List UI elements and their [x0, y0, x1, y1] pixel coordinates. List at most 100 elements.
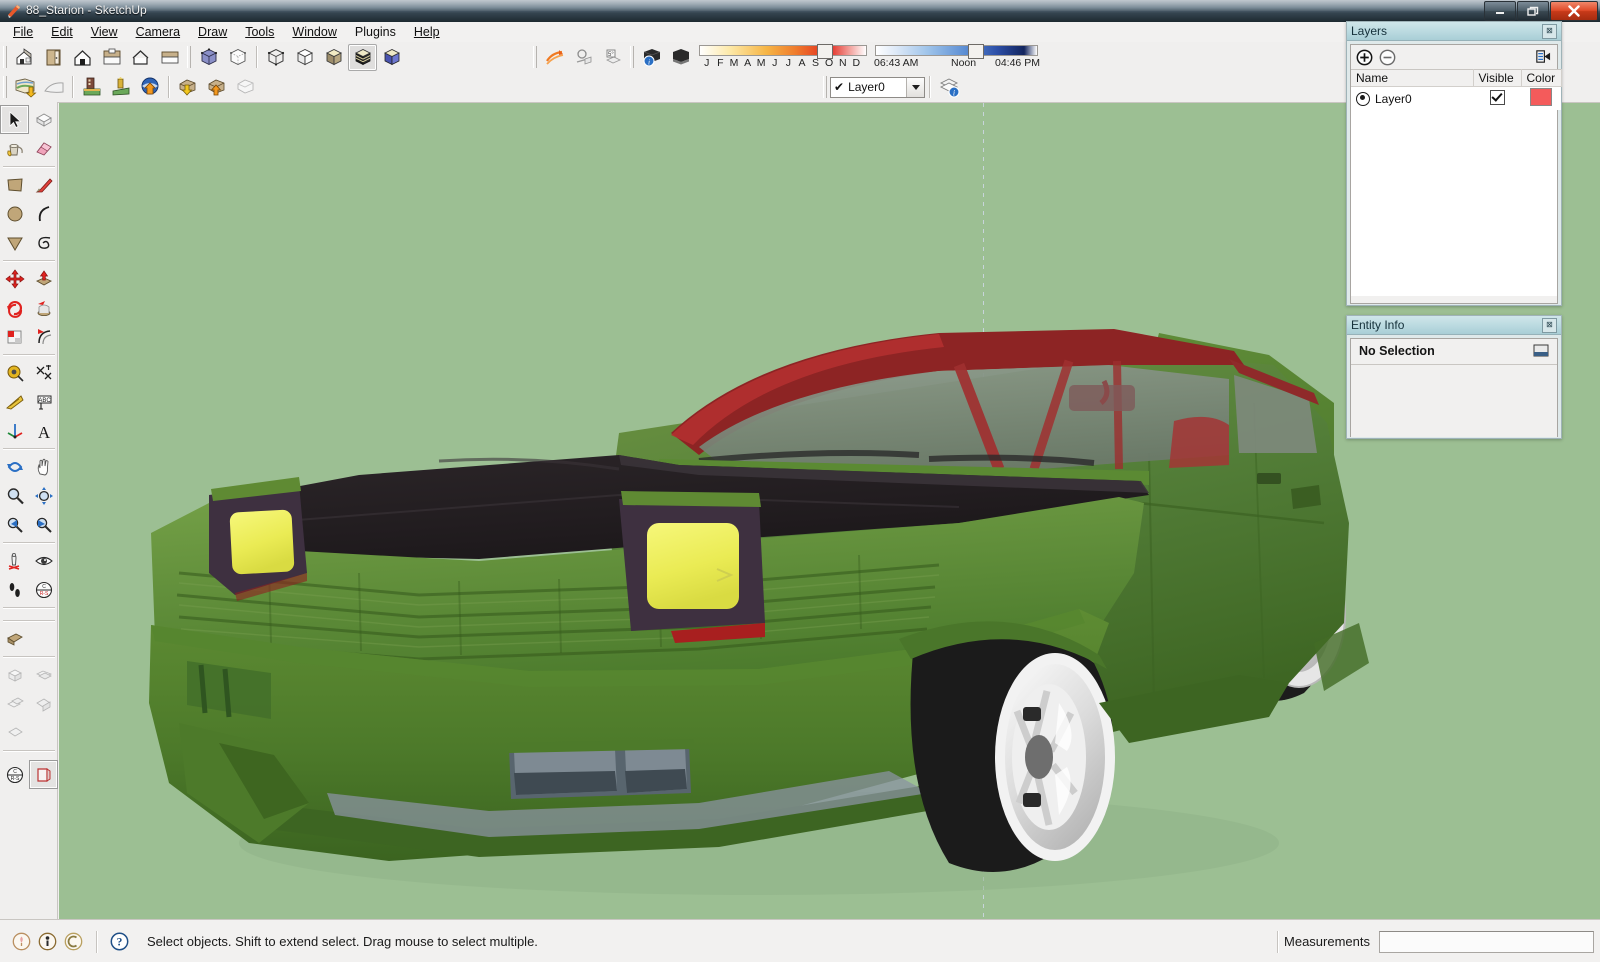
credits-icon[interactable]	[64, 932, 83, 951]
layers-panel-header[interactable]: Layers ⊠	[1347, 22, 1561, 41]
toolbar-grip-sandbox[interactable]	[533, 46, 537, 68]
open-button[interactable]	[39, 44, 68, 71]
arc-tool[interactable]	[29, 199, 58, 228]
front-view-button[interactable]	[0, 689, 29, 718]
photo-texture-button[interactable]	[77, 74, 106, 101]
protractor-tool[interactable]	[0, 387, 29, 416]
menu-tools[interactable]: Tools	[236, 23, 283, 41]
layer-select[interactable]: ✔ Layer0	[830, 76, 925, 98]
context-help-icon[interactable]	[12, 932, 31, 951]
zoom-extents-tool[interactable]	[29, 481, 58, 510]
entity-info-header[interactable]: Entity Info ⊠	[1347, 316, 1561, 335]
style-hiddenline-button[interactable]	[261, 44, 290, 71]
back-view-button[interactable]	[0, 718, 29, 747]
toolbar-grip-styles[interactable]	[187, 46, 191, 68]
display-section-cuts-button[interactable]	[29, 760, 58, 789]
menu-window[interactable]: Window	[283, 23, 345, 41]
from-scratch-button[interactable]	[569, 44, 598, 71]
section-plane-tool[interactable]: C R-S	[29, 575, 58, 604]
menu-draw[interactable]: Draw	[189, 23, 236, 41]
display-section-planes-button[interactable]: C R-S	[0, 760, 29, 789]
preview-model-button[interactable]	[231, 74, 260, 101]
get-models-button[interactable]	[135, 74, 164, 101]
layers-empty-area[interactable]	[1351, 110, 1557, 296]
scale-tool[interactable]	[0, 322, 29, 351]
style-wireframe-button[interactable]	[223, 44, 252, 71]
top-view-button[interactable]	[29, 660, 58, 689]
style-xray-button[interactable]	[194, 44, 223, 71]
help-circle-icon[interactable]: ?	[110, 932, 129, 951]
from-contours-button[interactable]	[540, 44, 569, 71]
make-component-tool[interactable]	[29, 105, 58, 134]
previous-view-tool[interactable]	[0, 510, 29, 539]
style-shaded-white-button[interactable]	[290, 44, 319, 71]
entity-info-close-button[interactable]: ⊠	[1542, 317, 1557, 333]
shadow-date-slider[interactable]: J F M A M J J A S O N D	[699, 43, 869, 71]
shadow-time-slider[interactable]: 06:43 AM Noon 04:46 PM	[874, 43, 1040, 71]
layer-visible-checkbox[interactable]	[1489, 89, 1505, 105]
axes-tool[interactable]	[0, 416, 29, 445]
display-shadows-button[interactable]	[666, 44, 695, 71]
add-location-button[interactable]	[10, 74, 39, 101]
tape-measure-tool[interactable]	[0, 358, 29, 387]
look-around-tool[interactable]	[29, 546, 58, 575]
next-view-tool[interactable]	[29, 510, 58, 539]
dimension-tool[interactable]	[29, 358, 58, 387]
details-flyout-icon[interactable]	[1534, 48, 1551, 65]
print-button[interactable]	[97, 44, 126, 71]
offset-tool[interactable]	[29, 322, 58, 351]
share-component-button[interactable]	[202, 74, 231, 101]
shadow-settings-button[interactable]: i	[637, 44, 666, 71]
style-shaded-texture-button[interactable]	[348, 43, 377, 71]
toolbar-grip-shadow[interactable]	[630, 46, 634, 68]
style-monochrome-button[interactable]	[377, 44, 406, 71]
menu-camera[interactable]: Camera	[127, 23, 189, 41]
circle-tool[interactable]	[0, 199, 29, 228]
menu-help[interactable]: Help	[405, 23, 449, 41]
section-display-tool[interactable]	[0, 624, 29, 653]
column-header-name[interactable]: Name	[1351, 69, 1474, 87]
model-info-button[interactable]	[126, 44, 155, 71]
expand-icon[interactable]	[1533, 344, 1549, 358]
orbit-tool[interactable]	[0, 452, 29, 481]
right-view-button[interactable]	[29, 689, 58, 718]
freehand-tool[interactable]	[29, 228, 58, 257]
layers-panel-close-button[interactable]: ⊠	[1542, 23, 1557, 39]
save-button[interactable]	[68, 44, 97, 71]
pan-tool[interactable]	[29, 452, 58, 481]
remove-layer-button[interactable]	[1379, 49, 1396, 66]
select-tool[interactable]	[0, 105, 29, 134]
new-button[interactable]	[10, 44, 39, 71]
erase-panel-button[interactable]	[155, 44, 184, 71]
toolbar-grip-google[interactable]	[3, 76, 7, 98]
toolbar-grip[interactable]	[3, 46, 7, 68]
rectangle-tool[interactable]	[0, 170, 29, 199]
style-shaded-button[interactable]	[319, 44, 348, 71]
instructor-icon[interactable]	[38, 932, 57, 951]
active-layer-radio[interactable]	[1356, 91, 1370, 106]
layer-color-swatch[interactable]	[1530, 88, 1552, 106]
layer-manager-button[interactable]: i	[934, 74, 963, 101]
chevron-down-icon[interactable]	[906, 77, 924, 97]
toggle-terrain-button[interactable]	[39, 74, 68, 101]
minimize-button[interactable]	[1484, 1, 1516, 21]
share-model-button[interactable]	[173, 74, 202, 101]
column-header-color[interactable]: Color	[1521, 69, 1562, 87]
3d-text-tool[interactable]: A	[29, 416, 58, 445]
move-tool[interactable]	[0, 264, 29, 293]
table-row[interactable]: Layer0	[1351, 86, 1561, 110]
menu-file[interactable]: File	[4, 23, 42, 41]
eraser-tool[interactable]	[29, 134, 58, 163]
restore-button[interactable]	[1517, 1, 1549, 21]
follow-me-tool[interactable]	[29, 293, 58, 322]
push-pull-tool[interactable]	[29, 264, 58, 293]
toolbar-grip-layer[interactable]	[823, 76, 827, 98]
polygon-tool[interactable]	[0, 228, 29, 257]
menu-edit[interactable]: Edit	[42, 23, 82, 41]
measurements-input[interactable]	[1379, 930, 1594, 953]
iso-view-button[interactable]	[0, 660, 29, 689]
paint-bucket-tool[interactable]	[0, 134, 29, 163]
rotate-tool[interactable]	[0, 293, 29, 322]
column-header-visible[interactable]: Visible	[1473, 69, 1522, 87]
text-tool[interactable]: ABC	[29, 387, 58, 416]
